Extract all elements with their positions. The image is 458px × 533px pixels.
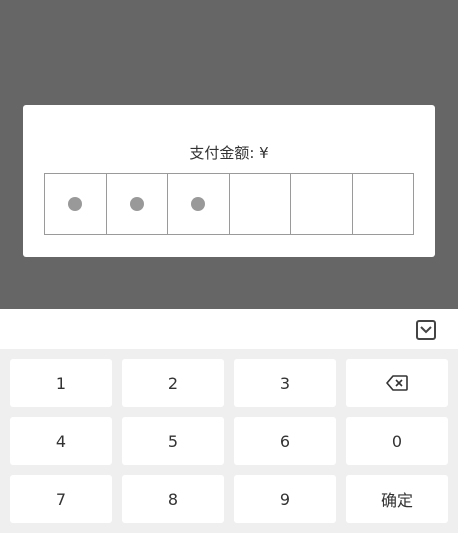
pin-cell [168,174,230,234]
key-0[interactable]: 0 [346,417,448,465]
pin-dot [191,197,206,211]
key-8[interactable]: 8 [122,475,224,523]
pin-cell [230,174,291,234]
key-5[interactable]: 5 [122,417,224,465]
confirm-button[interactable]: 确定 [346,475,448,523]
collapse-keyboard-button[interactable] [416,320,436,340]
backspace-icon [386,375,408,391]
key-2[interactable]: 2 [122,359,224,407]
chevron-down-icon [420,326,432,334]
key-4[interactable]: 4 [10,417,112,465]
pin-dot [129,197,144,211]
pin-cell [45,174,107,234]
pin-cell [353,174,414,234]
pin-cell [107,174,168,234]
key-9[interactable]: 9 [234,475,336,523]
backspace-button[interactable] [346,359,448,407]
key-7[interactable]: 7 [10,475,112,523]
pin-cell [291,174,353,234]
key-1[interactable]: 1 [10,359,112,407]
payment-amount-label: 支付金额: ¥ [189,144,269,162]
payment-dialog: 支付金额: ¥ [23,105,435,257]
key-3[interactable]: 3 [234,359,336,407]
pin-dot [68,197,83,211]
key-6[interactable]: 6 [234,417,336,465]
pin-input[interactable] [44,173,414,235]
numeric-keypad: 1 2 3 4 5 6 0 7 8 9 确定 [0,349,458,533]
keyboard-header [0,309,458,349]
